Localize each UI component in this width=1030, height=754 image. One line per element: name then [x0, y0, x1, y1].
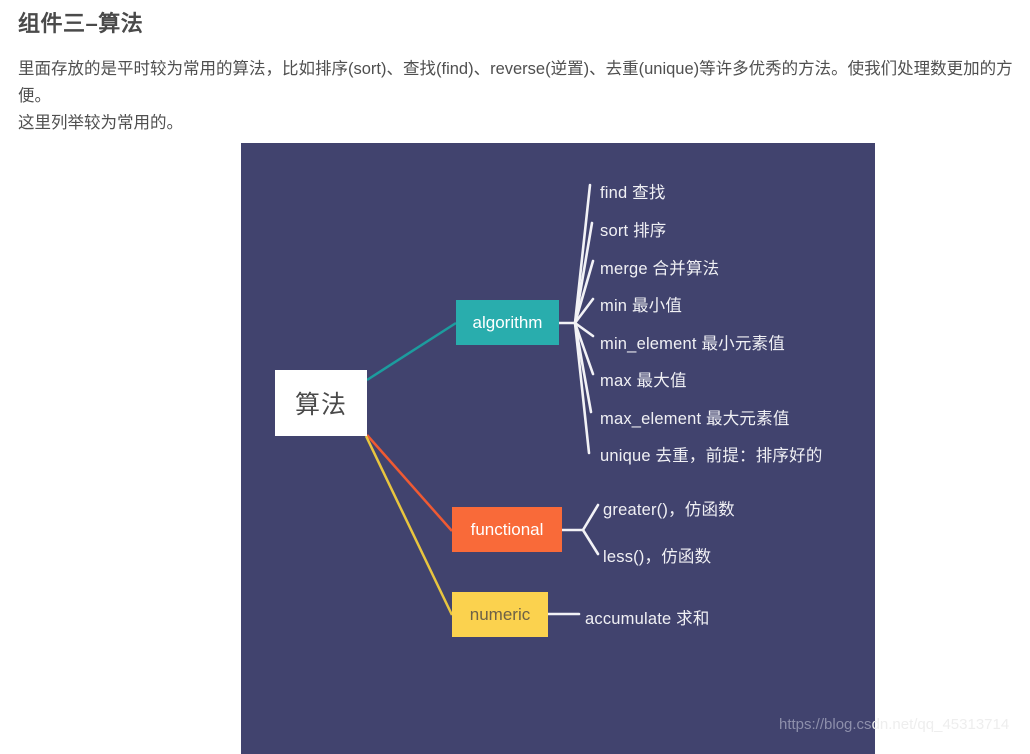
mindmap-leaf-find: find 查找 — [600, 184, 666, 202]
link-root-numeric — [364, 435, 454, 616]
mindmap-leaf-max: max 最大值 — [600, 372, 687, 390]
mindmap-leaf-min-element: min_element 最小元素值 — [600, 335, 785, 353]
link-root-functional — [366, 434, 453, 532]
secondary-paragraph: 这里列举较为常用的。 — [18, 114, 183, 132]
mindmap-leaf-merge: merge 合并算法 — [600, 260, 720, 278]
mindmap-leaf-greater: greater()，仿函数 — [603, 501, 735, 519]
mindmap-leaf-max-element: max_element 最大元素值 — [600, 410, 790, 428]
mindmap-leaf-unique: unique 去重，前提：排序好的 — [600, 447, 823, 465]
mindmap-leaf-sort: sort 排序 — [600, 222, 667, 240]
mindmap-node-algorithm[interactable]: algorithm — [456, 300, 559, 345]
functional-fan — [560, 503, 600, 556]
mindmap-panel: 算法 algorithm functional numeric find 查找 … — [241, 143, 875, 754]
mindmap-leaf-min: min 最小值 — [600, 297, 683, 315]
algorithm-fan — [557, 183, 595, 455]
mindmap-node-functional[interactable]: functional — [452, 507, 562, 552]
watermark-outside-text: dn.net/qq_45313714 — [871, 716, 1010, 733]
mindmap-leaf-accumulate: accumulate 求和 — [585, 610, 710, 628]
page-title: 组件三–算法 — [18, 11, 144, 36]
intro-paragraph: 里面存放的是平时较为常用的算法，比如排序(sort)、查找(find)、reve… — [18, 60, 1013, 105]
mindmap-node-root[interactable]: 算法 — [275, 370, 367, 436]
link-root-algorithm — [366, 321, 457, 382]
mindmap-leaf-less: less()，仿函数 — [603, 548, 712, 566]
mindmap-node-numeric[interactable]: numeric — [452, 592, 548, 637]
